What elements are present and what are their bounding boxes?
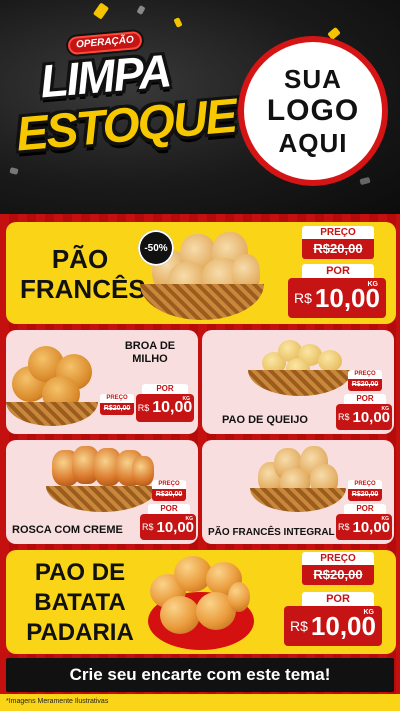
old-price: R$20,00 [100,403,134,415]
broa-image [6,340,98,426]
pao-integral-image [250,444,346,512]
confetti [359,176,371,186]
cta-banner[interactable]: Crie seu encarte com este tema! [6,658,394,692]
product-name: PÃO FRANCÊS [20,244,146,304]
unit: KG [363,609,375,616]
old-price: R$20,00 [302,239,374,259]
product-name: BROA DE MILHO [110,340,190,366]
pao-de-batata-image [144,552,256,652]
unit: KG [182,396,191,402]
product-name-line3: PADARIA [26,619,134,646]
flyer: OPERAÇÃO LIMPA ESTOQUE SUA LOGO AQUI PÃO… [0,0,400,711]
old-price: R$20,00 [302,565,374,585]
confetti [92,2,110,20]
pao-de-queijo-image [248,336,352,396]
currency: R$ [290,618,308,634]
rosca-image [46,444,158,512]
product-name-line2: MILHO [132,353,168,365]
currency: R$ [337,412,350,422]
product-name-line1: PAO DE [34,559,126,586]
price-label: PREÇO [152,480,186,489]
currency: R$ [141,522,154,532]
por-label: POR [148,504,190,514]
old-price: R$20,00 [348,379,382,391]
confetti [136,5,146,15]
logo-circle: SUA LOGO AQUI [244,42,382,180]
logo-text-2: LOGO [266,94,360,127]
new-price: R$ 10,00 KG [136,394,194,422]
new-price: R$ 10,00 KG [336,514,392,540]
new-price: R$ 10,00 KG [336,404,392,430]
unit: KG [381,516,390,522]
confetti [9,167,19,175]
card-rosca-com-creme: ROSCA COM CREME PREÇO R$20,00 POR R$ 10,… [6,440,198,544]
product-name-line1: BROA DE [124,340,176,352]
logo-placeholder: SUA LOGO AQUI [238,36,388,186]
card-pao-frances-integral: PÃO FRANCÊS INTEGRAL PREÇO R$20,00 POR R… [202,440,394,544]
price-label: PREÇO [348,370,382,379]
product-name: PAO DE BATATA PADARIA [16,558,144,648]
unit: KG [185,516,194,522]
disclaimer: *Imagens Meramente Ilustrativas [0,694,400,711]
product-name: PÃO FRANCÊS INTEGRAL [208,527,335,538]
currency: R$ [294,290,312,306]
product-name: ROSCA COM CREME [12,524,123,536]
por-label: POR [344,394,386,404]
logo-text-1: SUA [284,64,342,94]
product-name-line1: PÃO [51,244,109,274]
card-pao-frances: PÃO FRANCÊS -50% PREÇO R$20,00 POR R$ 10… [6,222,396,324]
por-label: POR [302,592,374,606]
discount-badge: -50% [138,230,174,266]
price-label: PREÇO [348,480,382,489]
logo-text-3: AQUI [278,128,348,158]
header: OPERAÇÃO LIMPA ESTOQUE SUA LOGO AQUI [0,0,400,214]
currency: R$ [337,522,350,532]
price-label: PREÇO [100,394,134,403]
card-pao-de-queijo: PAO DE QUEIJO PREÇO R$20,00 POR R$ 10,00… [202,330,394,434]
unit: KG [381,406,390,412]
product-name-line2: BATATA [34,589,126,616]
currency: R$ [137,403,150,413]
new-price: R$ 10,00 KG [284,606,382,646]
price-label: PREÇO [302,552,374,565]
unit: KG [367,281,379,288]
new-price: R$ 10,00 KG [140,514,196,540]
por-label: POR [302,264,374,278]
confetti [173,17,183,28]
product-name-line2: FRANCÊS [20,274,146,304]
por-label: POR [344,504,386,514]
card-broa-de-milho: BROA DE MILHO PREÇO R$20,00 POR R$ 10,00… [6,330,198,434]
price-label: PREÇO [302,226,374,239]
por-label: POR [142,384,188,394]
product-name: PAO DE QUEIJO [222,414,308,426]
old-price: R$20,00 [348,489,382,501]
new-price: R$ 10,00 KG [288,278,386,318]
card-pao-de-batata: PAO DE BATATA PADARIA PREÇO R$20,00 POR … [6,550,396,654]
old-price: R$20,00 [152,489,186,501]
